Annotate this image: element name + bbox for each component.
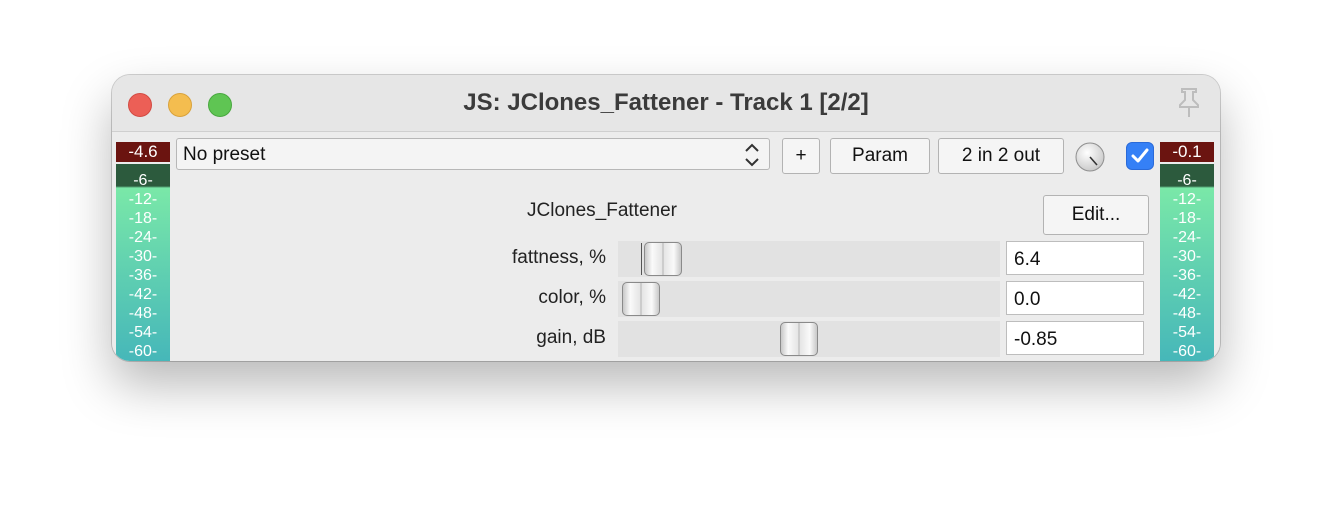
chevron-up-down-icon <box>745 143 759 167</box>
param-slider[interactable] <box>618 281 1000 317</box>
meter-tick: -18- <box>128 210 158 227</box>
checkmark-icon <box>1131 148 1149 163</box>
param-value-field[interactable]: -0.85 <box>1006 321 1144 355</box>
output-peak-readout[interactable]: -0.1 <box>1160 142 1214 162</box>
bypass-checkbox[interactable] <box>1126 142 1154 170</box>
preset-select[interactable]: No preset <box>176 138 770 170</box>
io-routing-button[interactable]: 2 in 2 out <box>938 138 1064 174</box>
meter-tick: -12- <box>128 191 158 208</box>
plugin-window: JS: JClones_Fattener - Track 1 [2/2] -4.… <box>112 75 1220 361</box>
plugin-content: -4.6 -6- -12- -18- -24- -30- -36- -42- -… <box>112 132 1220 361</box>
preset-value: No preset <box>183 144 266 165</box>
param-label: fattness, % <box>512 247 606 268</box>
wet-knob-icon[interactable] <box>1075 142 1105 172</box>
param-label: color, % <box>538 287 606 308</box>
slider-thumb[interactable] <box>779 322 818 356</box>
add-preset-button[interactable]: + <box>782 138 820 174</box>
title-bar[interactable]: JS: JClones_Fattener - Track 1 [2/2] <box>112 75 1220 132</box>
edit-button[interactable]: Edit... <box>1043 195 1149 235</box>
param-row-fattness: fattness, % 6.4 <box>112 241 1220 277</box>
param-label: gain, dB <box>536 327 606 348</box>
param-row-gain: gain, dB -0.85 <box>112 321 1220 357</box>
slider-default-marker <box>641 243 642 275</box>
param-slider[interactable] <box>618 241 1000 277</box>
meter-tick: -12- <box>1172 191 1202 208</box>
param-row-color: color, % 0.0 <box>112 281 1220 317</box>
slider-thumb[interactable] <box>643 242 682 276</box>
window-title: JS: JClones_Fattener - Track 1 [2/2] <box>463 89 869 116</box>
param-value-field[interactable]: 6.4 <box>1006 241 1144 275</box>
meter-tick: -6- <box>133 172 153 189</box>
meter-tick: -18- <box>1172 210 1202 227</box>
meter-tick: -6- <box>1177 172 1197 189</box>
slider-thumb[interactable] <box>622 282 660 316</box>
input-peak-readout[interactable]: -4.6 <box>116 142 170 162</box>
pin-icon[interactable] <box>1172 85 1206 119</box>
plugin-name: JClones_Fattener <box>527 200 677 221</box>
param-value-field[interactable]: 0.0 <box>1006 281 1144 315</box>
param-slider[interactable] <box>618 321 1000 357</box>
param-button[interactable]: Param <box>830 138 930 174</box>
